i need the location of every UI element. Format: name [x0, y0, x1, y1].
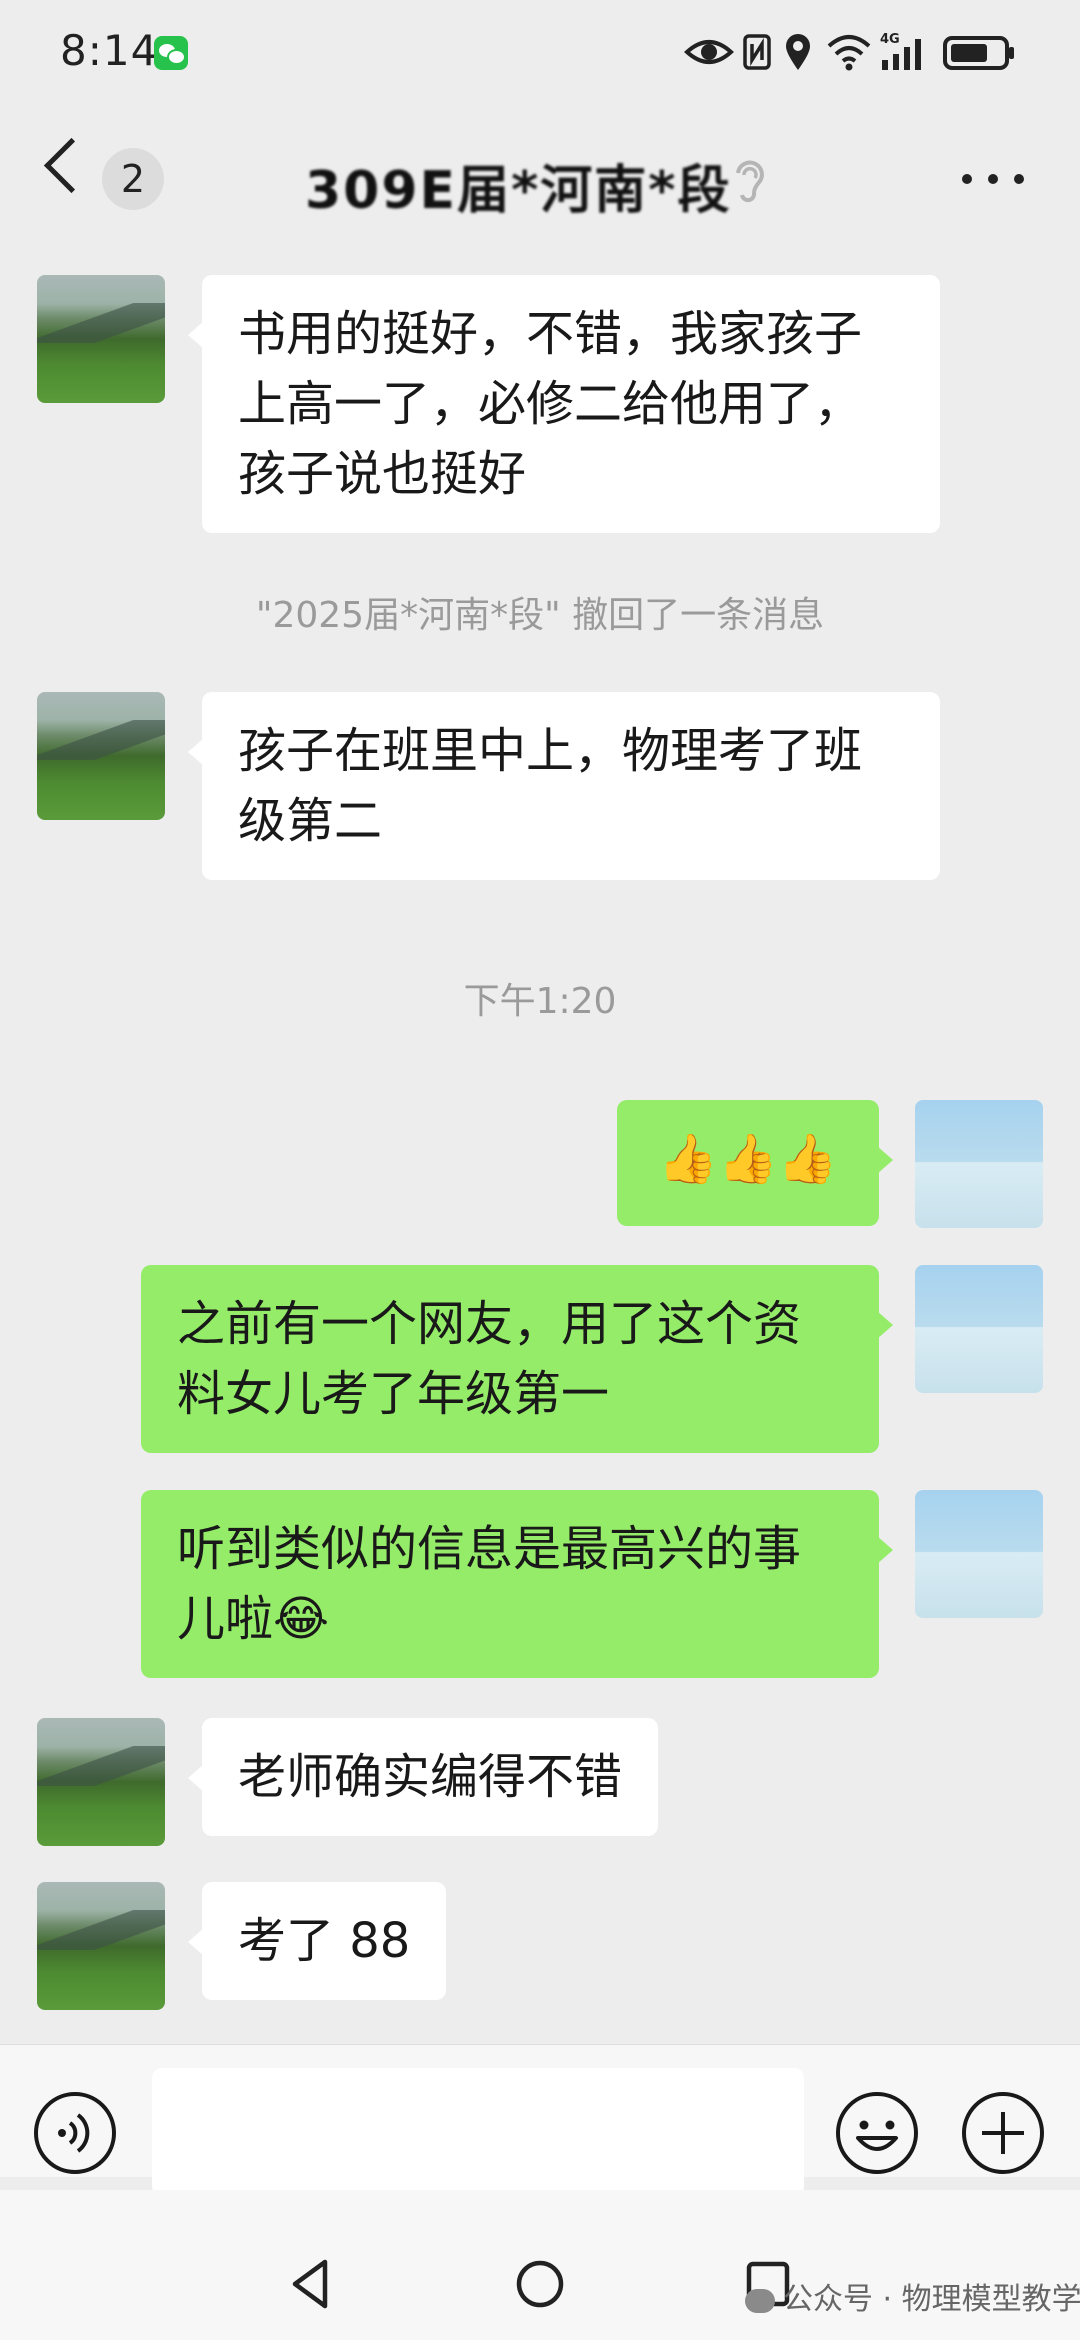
contact-avatar[interactable] — [37, 1882, 165, 2010]
watermark-text: 公众号 · 物理模型教学 — [783, 2282, 1080, 2317]
nav-back-icon[interactable] — [285, 2256, 337, 2312]
contact-avatar[interactable] — [37, 692, 165, 820]
wechat-official-icon — [745, 2288, 775, 2313]
my-avatar[interactable] — [915, 1265, 1043, 1393]
incoming-message-bubble[interactable]: 考了 88 — [187, 1882, 447, 2000]
wechat-icon — [154, 36, 188, 70]
status-bar: 8:14 4G — [0, 0, 1080, 104]
unread-count-badge[interactable]: 2 — [102, 148, 164, 210]
recalled-message-notice: "2025届*河南*段" 撤回了一条消息 — [255, 595, 825, 636]
emoji-icon[interactable] — [834, 2090, 920, 2176]
wifi-icon — [827, 35, 871, 71]
svg-text:4G: 4G — [880, 32, 900, 47]
status-time: 8:14 — [60, 26, 159, 75]
plus-icon[interactable] — [960, 2090, 1046, 2176]
my-avatar[interactable] — [915, 1100, 1043, 1228]
incoming-message-bubble[interactable]: 老师确实编得不错 — [187, 1718, 659, 1836]
eye-icon — [684, 40, 734, 64]
more-dots-icon[interactable] — [962, 165, 1024, 193]
ear-icon — [736, 160, 764, 203]
incoming-message-bubble[interactable]: 孩子在班里中上，物理考了班级第二 — [188, 692, 940, 880]
contact-avatar[interactable] — [37, 275, 165, 403]
message-timestamp: 下午1:20 — [463, 981, 617, 1022]
message-text: 孩子在班里中上，物理考了班级第二 — [238, 723, 863, 849]
outgoing-message-bubble[interactable]: 之前有一个网友，用了这个资料女儿考了年级第一 — [141, 1265, 893, 1453]
watermark: 公众号 · 物理模型教学 — [745, 2274, 1080, 2318]
outgoing-message-bubble[interactable]: 👍👍👍 — [617, 1100, 893, 1226]
location-icon — [786, 34, 810, 70]
my-avatar[interactable] — [915, 1490, 1043, 1618]
incoming-message-bubble[interactable]: 书用的挺好，不错，我家孩子上高一了，必修二给他用了，孩子说也挺好 — [188, 275, 940, 533]
voice-mode-icon[interactable] — [32, 2090, 118, 2176]
4g-signal-icon: 4G — [880, 32, 921, 70]
outgoing-message-bubble[interactable]: 听到类似的信息是最高兴的事儿啦😂 — [141, 1490, 893, 1678]
nfc-icon — [743, 34, 771, 70]
chat-title: 309E届*河南*段 — [305, 161, 732, 221]
message-input[interactable] — [152, 2068, 804, 2196]
nav-home-icon[interactable] — [514, 2256, 566, 2312]
battery-icon — [943, 36, 1014, 70]
contact-avatar[interactable] — [37, 1718, 165, 1846]
